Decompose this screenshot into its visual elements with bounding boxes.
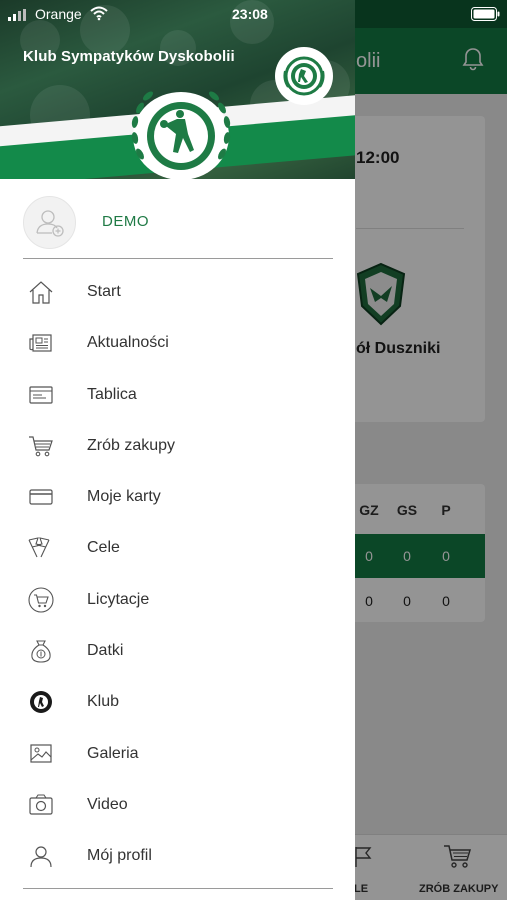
- menu-item-label: Mój profil: [87, 847, 152, 865]
- battery-icon: [471, 7, 500, 21]
- menu-item-video[interactable]: Video: [0, 779, 355, 830]
- menu-item-label: Zrób zakupy: [87, 436, 176, 454]
- signal-icon: [8, 9, 26, 21]
- menu-item-start[interactable]: Start: [0, 266, 355, 317]
- club-crest-icon: [30, 691, 52, 714]
- board-icon: [29, 385, 53, 404]
- drawer-title: Klub Sympatyków Dyskobolii: [23, 48, 235, 65]
- menu-item-moj-profil[interactable]: Mój profil: [0, 830, 355, 881]
- menu-item-klub[interactable]: Klub: [0, 676, 355, 727]
- navigation-drawer: Klub Sympatyków Dyskobolii DEMO Start Ak…: [0, 0, 355, 900]
- club-logo: [275, 47, 333, 105]
- home-icon: [29, 281, 53, 304]
- menu-item-label: Aktualności: [87, 334, 169, 352]
- menu-item-label: Datki: [87, 642, 124, 660]
- menu-item-label: Moje karty: [87, 488, 161, 506]
- drawer-menu: Start Aktualności Tablica Zrób zakupy Mo…: [0, 266, 355, 882]
- cart-icon: [29, 436, 53, 457]
- image-icon: [30, 744, 52, 763]
- user-profile-row[interactable]: DEMO: [0, 192, 355, 254]
- menu-item-datki[interactable]: Datki: [0, 625, 355, 676]
- wifi-icon: [90, 6, 108, 21]
- flags-icon: [28, 537, 50, 558]
- money-bag-icon: [31, 640, 51, 663]
- card-icon: [29, 489, 53, 505]
- user-divider: [23, 258, 333, 259]
- menu-item-zrob-zakupy[interactable]: Zrób zakupy: [0, 420, 355, 471]
- carrier-name: Orange: [35, 6, 82, 22]
- camera-icon: [29, 794, 53, 815]
- menu-item-label: Video: [87, 795, 128, 813]
- add-user-icon: [36, 210, 64, 237]
- menu-item-label: Klub: [87, 693, 120, 711]
- menu-bottom-divider: [23, 888, 333, 889]
- auction-cart-icon: [28, 587, 54, 613]
- newspaper-icon: [29, 334, 52, 352]
- menu-item-label: Start: [87, 283, 121, 300]
- menu-item-aktualnosci[interactable]: Aktualności: [0, 317, 355, 368]
- menu-item-label: Cele: [87, 539, 120, 557]
- menu-item-label: Tablica: [87, 385, 137, 403]
- avatar[interactable]: [23, 196, 76, 249]
- menu-item-label: Galeria: [87, 744, 139, 762]
- menu-item-cele[interactable]: Cele: [0, 522, 355, 573]
- user-name[interactable]: DEMO: [102, 213, 149, 230]
- club-badge-icon: [283, 56, 325, 96]
- menu-item-moje-karty[interactable]: Moje karty: [0, 471, 355, 522]
- menu-item-galeria[interactable]: Galeria: [0, 728, 355, 779]
- discobolus-emblem-icon: [131, 91, 231, 179]
- user-icon: [30, 846, 52, 868]
- status-time: 23:08: [232, 6, 268, 22]
- menu-item-label: Licytacje: [87, 590, 150, 608]
- menu-item-licytacje[interactable]: Licytacje: [0, 574, 355, 625]
- menu-item-tablica[interactable]: Tablica: [0, 369, 355, 420]
- status-bar: Orange 23:08: [0, 0, 507, 28]
